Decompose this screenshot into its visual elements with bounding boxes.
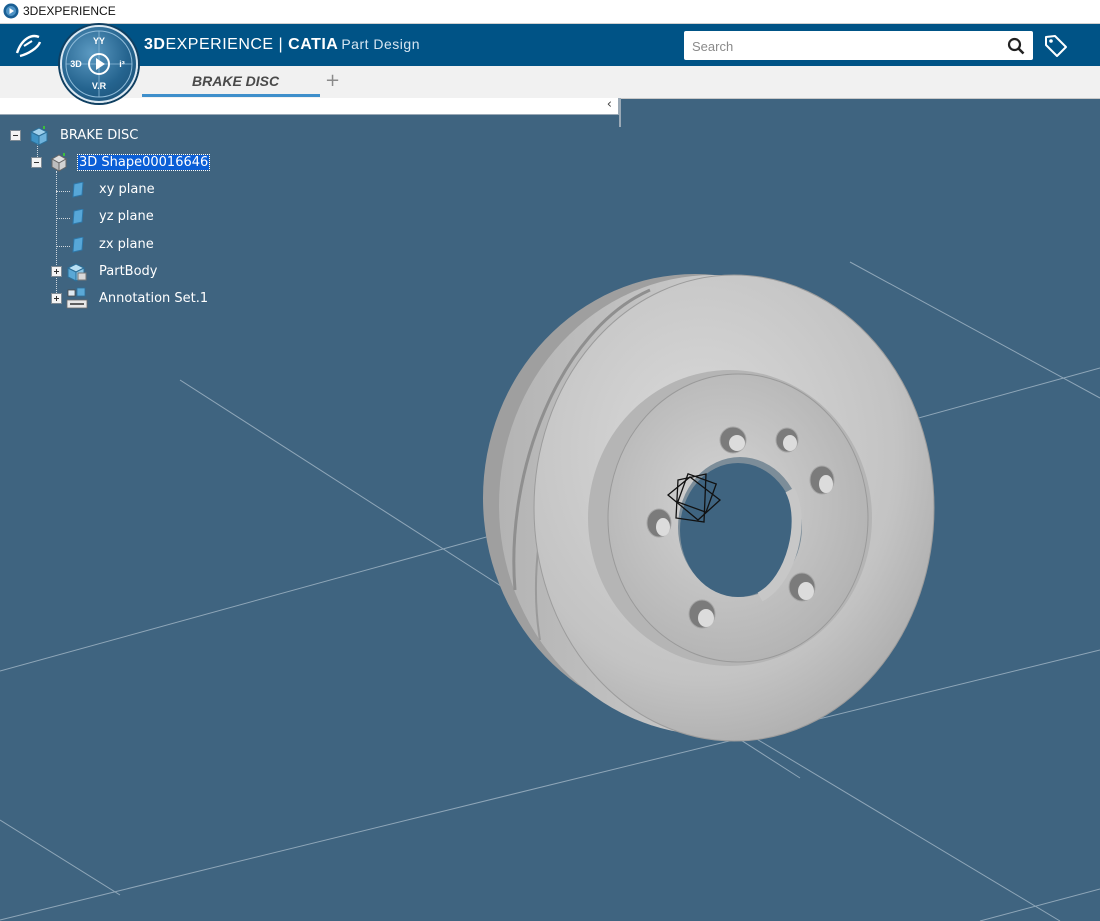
3d-shape-icon: [50, 153, 68, 172]
tab-active-indicator: [142, 94, 320, 97]
tree-label: BRAKE DISC: [60, 128, 139, 143]
tab-bar: BRAKE DISC +: [0, 66, 1100, 99]
compass-top-label: YY: [93, 36, 105, 46]
expand-toggle[interactable]: [51, 293, 62, 304]
tree-label: PartBody: [99, 264, 158, 279]
partbody-icon: [66, 263, 87, 282]
window-titlebar: 3DEXPERIENCE: [0, 0, 1100, 24]
tree-node-zx-plane[interactable]: zx plane: [0, 235, 160, 255]
tag-icon[interactable]: [1043, 33, 1069, 59]
brand-separator: |: [273, 36, 289, 53]
window-title: 3DEXPERIENCE: [23, 4, 116, 18]
search-box[interactable]: [684, 31, 1033, 60]
app-module-name: Part Design: [341, 36, 420, 52]
search-icon[interactable]: [1007, 37, 1025, 55]
tree-label: xy plane: [99, 182, 155, 197]
tree-node-xy-plane[interactable]: xy plane: [0, 180, 160, 200]
tab-label: BRAKE DISC: [192, 73, 280, 89]
plane-icon: [72, 237, 84, 253]
app-logo-icon: [3, 3, 19, 19]
tree-label: zx plane: [99, 237, 154, 252]
tree-label: Annotation Set.1: [99, 291, 209, 306]
tree-node-3d-shape[interactable]: 3D Shape00016646: [0, 153, 220, 173]
tab-brake-disc[interactable]: BRAKE DISC: [142, 66, 320, 97]
plane-icon: [72, 209, 84, 225]
tree-node-partbody[interactable]: PartBody: [0, 262, 180, 282]
expand-toggle[interactable]: [51, 266, 62, 277]
collapse-panel-icon[interactable]: ‹: [607, 97, 612, 112]
add-tab-button[interactable]: +: [325, 70, 340, 91]
tree-label: yz plane: [99, 209, 154, 224]
compass-widget[interactable]: YY 3D i³ V.R: [60, 25, 138, 103]
search-input[interactable]: [690, 36, 994, 56]
top-header: 3DEXPERIENCE | CATIA Part Design: [0, 24, 1100, 66]
brand-title: 3DEXPERIENCE | CATIA Part Design: [144, 36, 420, 54]
tree-node-annotation-set[interactable]: Annotation Set.1: [0, 287, 220, 309]
plane-icon: [72, 182, 84, 198]
brake-disc-model[interactable]: [483, 274, 935, 742]
compass-right-label: i³: [119, 59, 125, 69]
specification-tree: BRAKE DISC 3D Shape00016646 xy plane yz …: [0, 115, 300, 315]
compass-bottom-label: V.R: [92, 81, 107, 91]
brand-3d: 3D: [144, 36, 166, 53]
dassault-logo-icon[interactable]: [12, 28, 46, 62]
tree-node-brake-disc[interactable]: BRAKE DISC: [0, 126, 160, 146]
collapse-toggle[interactable]: [31, 157, 42, 168]
tree-node-yz-plane[interactable]: yz plane: [0, 207, 160, 227]
brand-experience: EXPERIENCE: [165, 36, 274, 53]
compass-icon: YY 3D i³ V.R: [65, 30, 133, 98]
compass-left-label: 3D: [70, 59, 82, 69]
collapse-toggle[interactable]: [10, 130, 21, 141]
product-icon: [29, 126, 49, 146]
brand-product: CATIA: [288, 36, 339, 53]
annotation-set-icon: [66, 287, 88, 309]
tree-label-selected[interactable]: 3D Shape00016646: [76, 154, 211, 171]
